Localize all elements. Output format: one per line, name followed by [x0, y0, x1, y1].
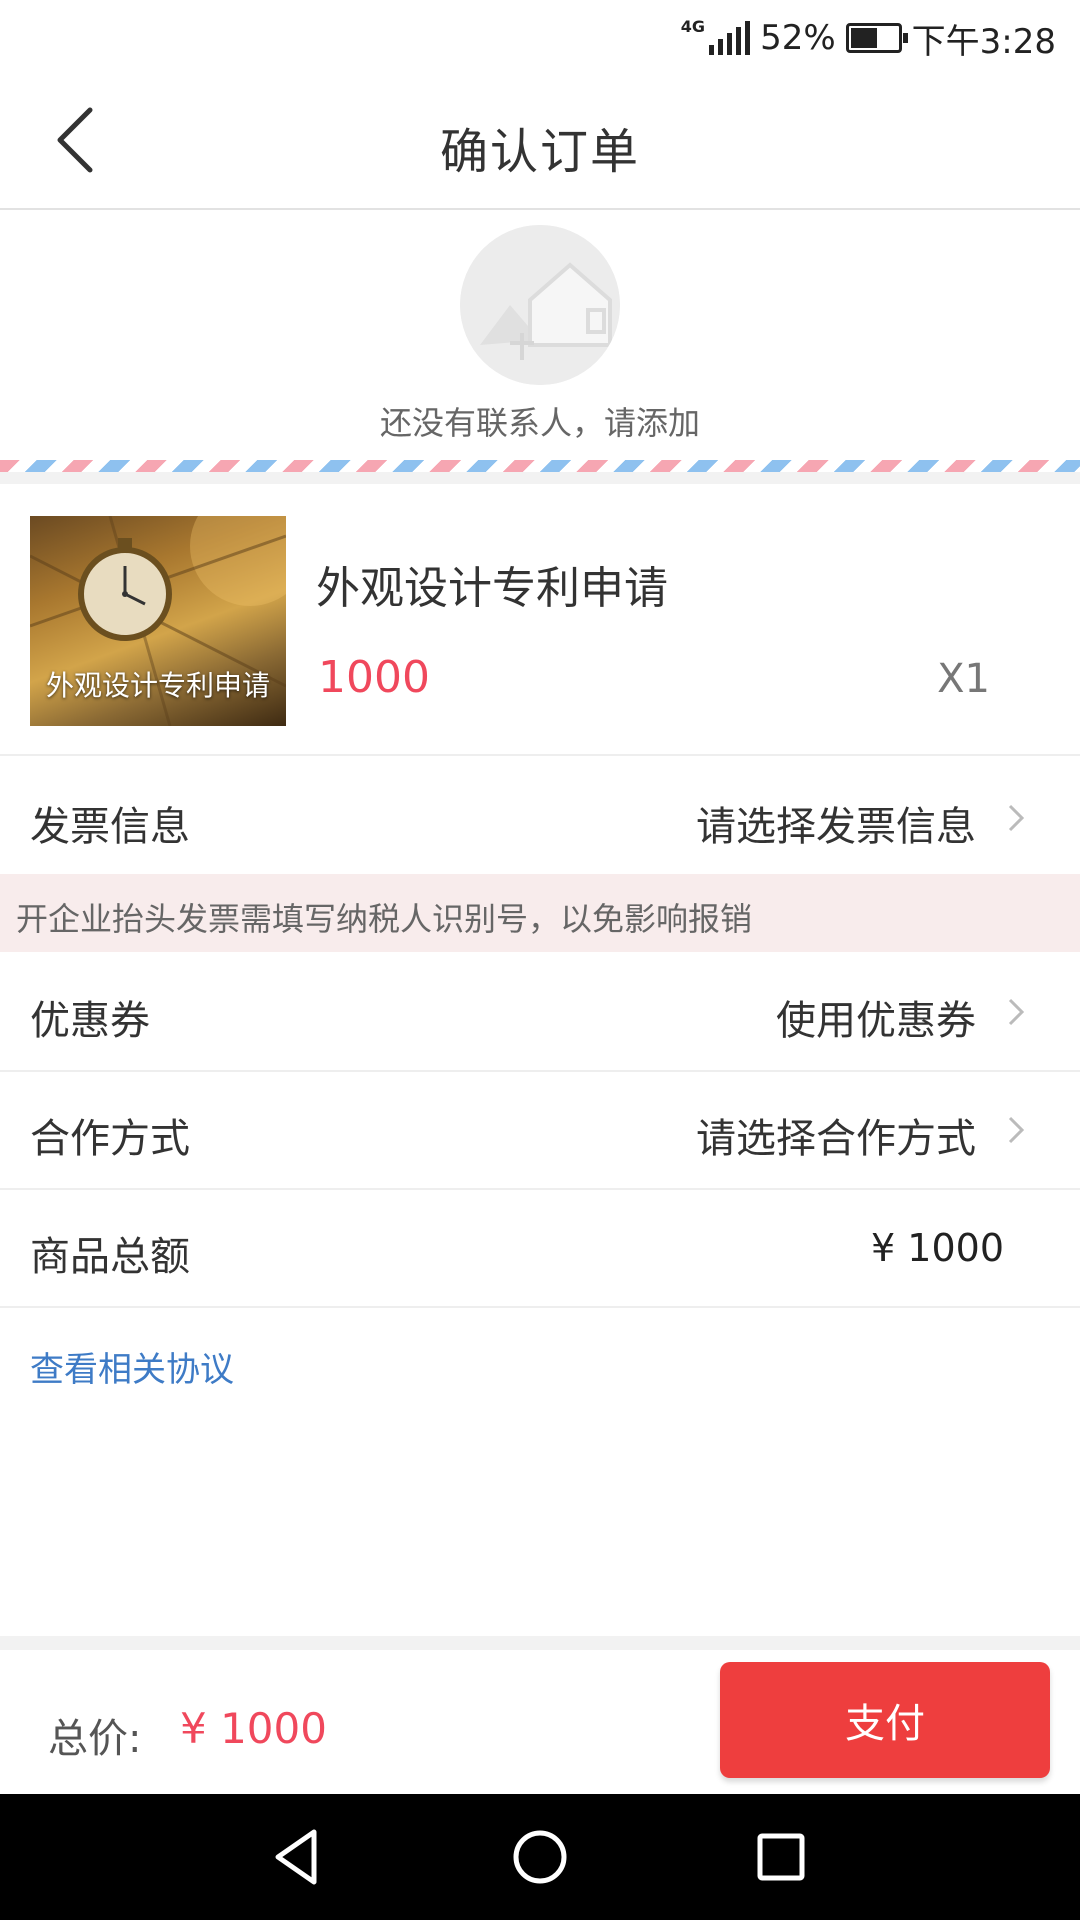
invoice-notice: 开企业抬头发票需填写纳税人识别号，以免影响报销: [0, 874, 1080, 952]
product-quantity: X1: [937, 656, 990, 702]
network-type: 4G: [680, 16, 706, 36]
invoice-notice-text: 开企业抬头发票需填写纳税人识别号，以免影响报销: [16, 900, 753, 938]
chevron-right-icon: [1008, 998, 1025, 1026]
subtotal-label: 商品总额: [30, 1234, 190, 1280]
checkout-bar: 总价: ¥ 1000 支付: [0, 1650, 1080, 1794]
title-bar: 确认订单: [0, 72, 1080, 210]
nav-home-icon[interactable]: [507, 1824, 573, 1890]
subtotal-value: ¥ 1000: [871, 1226, 1004, 1270]
page-title: 确认订单: [439, 124, 640, 180]
product-item[interactable]: 外观设计专利申请 外观设计专利申请 1000 X1: [0, 484, 1080, 756]
coupon-row[interactable]: 优惠券 使用优惠券: [0, 952, 1080, 1072]
contact-section[interactable]: 还没有联系人，请添加: [0, 210, 1080, 460]
invoice-label: 发票信息: [30, 804, 190, 850]
invoice-value: 请选择发票信息: [696, 804, 976, 850]
chevron-right-icon: [1008, 804, 1025, 832]
agreement-link[interactable]: 查看相关协议: [30, 1342, 234, 1391]
cooperation-value: 请选择合作方式: [696, 1116, 976, 1162]
status-icons: 4G 52% 下午3:28: [681, 10, 1056, 66]
nav-back-icon[interactable]: [264, 1824, 330, 1890]
cooperation-label: 合作方式: [30, 1116, 190, 1162]
product-image: 外观设计专利申请: [30, 516, 286, 726]
section-gap: [0, 472, 1080, 484]
invoice-row[interactable]: 发票信息 请选择发票信息: [0, 756, 1080, 874]
coupon-label: 优惠券: [30, 998, 150, 1044]
total-price: ¥ 1000: [180, 1704, 327, 1753]
battery-icon: [845, 23, 908, 53]
clock: 下午3:28: [911, 21, 1056, 62]
status-bar: 4G 52% 下午3:28: [0, 0, 1080, 72]
product-name: 外观设计专利申请: [316, 563, 668, 614]
signal-icon: [709, 21, 751, 55]
no-contact-message: 还没有联系人，请添加: [379, 404, 700, 442]
product-price: 1000: [318, 652, 430, 703]
battery-percent: 52%: [760, 18, 836, 58]
house-placeholder-icon: [460, 225, 620, 385]
airmail-divider: [0, 460, 1080, 472]
coupon-value: 使用优惠券: [776, 998, 976, 1044]
product-image-caption: 外观设计专利申请: [45, 669, 270, 702]
cooperation-row[interactable]: 合作方式 请选择合作方式: [0, 1072, 1080, 1190]
system-nav-bar: [0, 1794, 1080, 1920]
subtotal-row: 商品总额 ¥ 1000: [0, 1190, 1080, 1308]
nav-recents-icon[interactable]: [748, 1824, 814, 1890]
pay-button[interactable]: 支付: [720, 1662, 1050, 1778]
chevron-right-icon: [1008, 1116, 1025, 1144]
total-label: 总价:: [48, 1716, 142, 1762]
section-gap: [0, 1636, 1080, 1650]
